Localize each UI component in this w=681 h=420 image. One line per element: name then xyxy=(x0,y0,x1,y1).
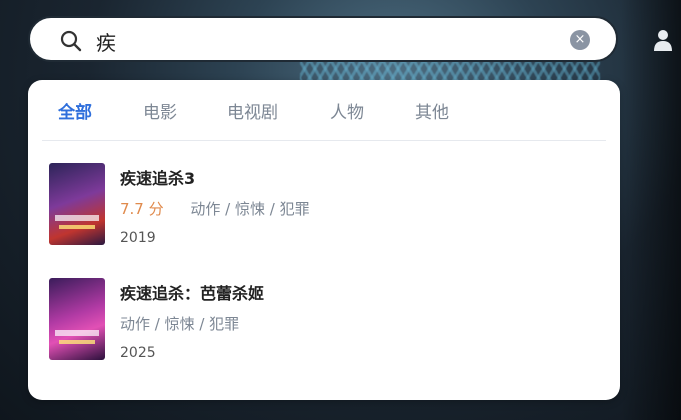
result-score: 7.7 分 xyxy=(120,200,164,218)
tab-tv-series[interactable]: 电视剧 xyxy=(227,98,278,123)
tab-all[interactable]: 全部 xyxy=(58,98,92,123)
result-meta: 7.7 分 动作 / 惊悚 / 犯罪 xyxy=(120,198,310,219)
tab-other[interactable]: 其他 xyxy=(415,98,449,123)
background-shade xyxy=(621,0,681,420)
user-icon[interactable] xyxy=(652,28,674,52)
tab-people[interactable]: 人物 xyxy=(330,98,364,123)
category-tabs: 全部 电影 电视剧 人物 其他 xyxy=(28,80,620,140)
result-title: 疾速追杀3 xyxy=(120,169,196,188)
result-genres: 动作 / 惊悚 / 犯罪 xyxy=(190,200,310,218)
search-icon xyxy=(60,30,82,52)
movie-poster xyxy=(49,163,105,245)
movie-poster xyxy=(49,278,105,360)
search-bar[interactable]: × xyxy=(28,16,618,62)
result-genres: 动作 / 惊悚 / 犯罪 xyxy=(120,315,240,333)
clear-icon[interactable]: × xyxy=(570,30,590,50)
result-title: 疾速追杀：芭蕾杀姬 xyxy=(120,284,265,303)
result-meta: 动作 / 惊悚 / 犯罪 xyxy=(120,313,239,334)
result-year: 2019 xyxy=(120,230,156,246)
search-input[interactable] xyxy=(94,28,568,54)
result-item[interactable]: 疾速追杀3 7.7 分 动作 / 惊悚 / 犯罪 2019 xyxy=(28,160,620,260)
result-year: 2025 xyxy=(120,345,156,361)
result-item[interactable]: 疾速追杀：芭蕾杀姬 动作 / 惊悚 / 犯罪 2025 xyxy=(28,275,620,375)
tabs-divider xyxy=(42,140,606,141)
tab-movies[interactable]: 电影 xyxy=(143,98,177,123)
search-results-dropdown: 全部 电影 电视剧 人物 其他 疾速追杀3 7.7 分 动作 / 惊悚 / 犯罪… xyxy=(28,80,620,400)
